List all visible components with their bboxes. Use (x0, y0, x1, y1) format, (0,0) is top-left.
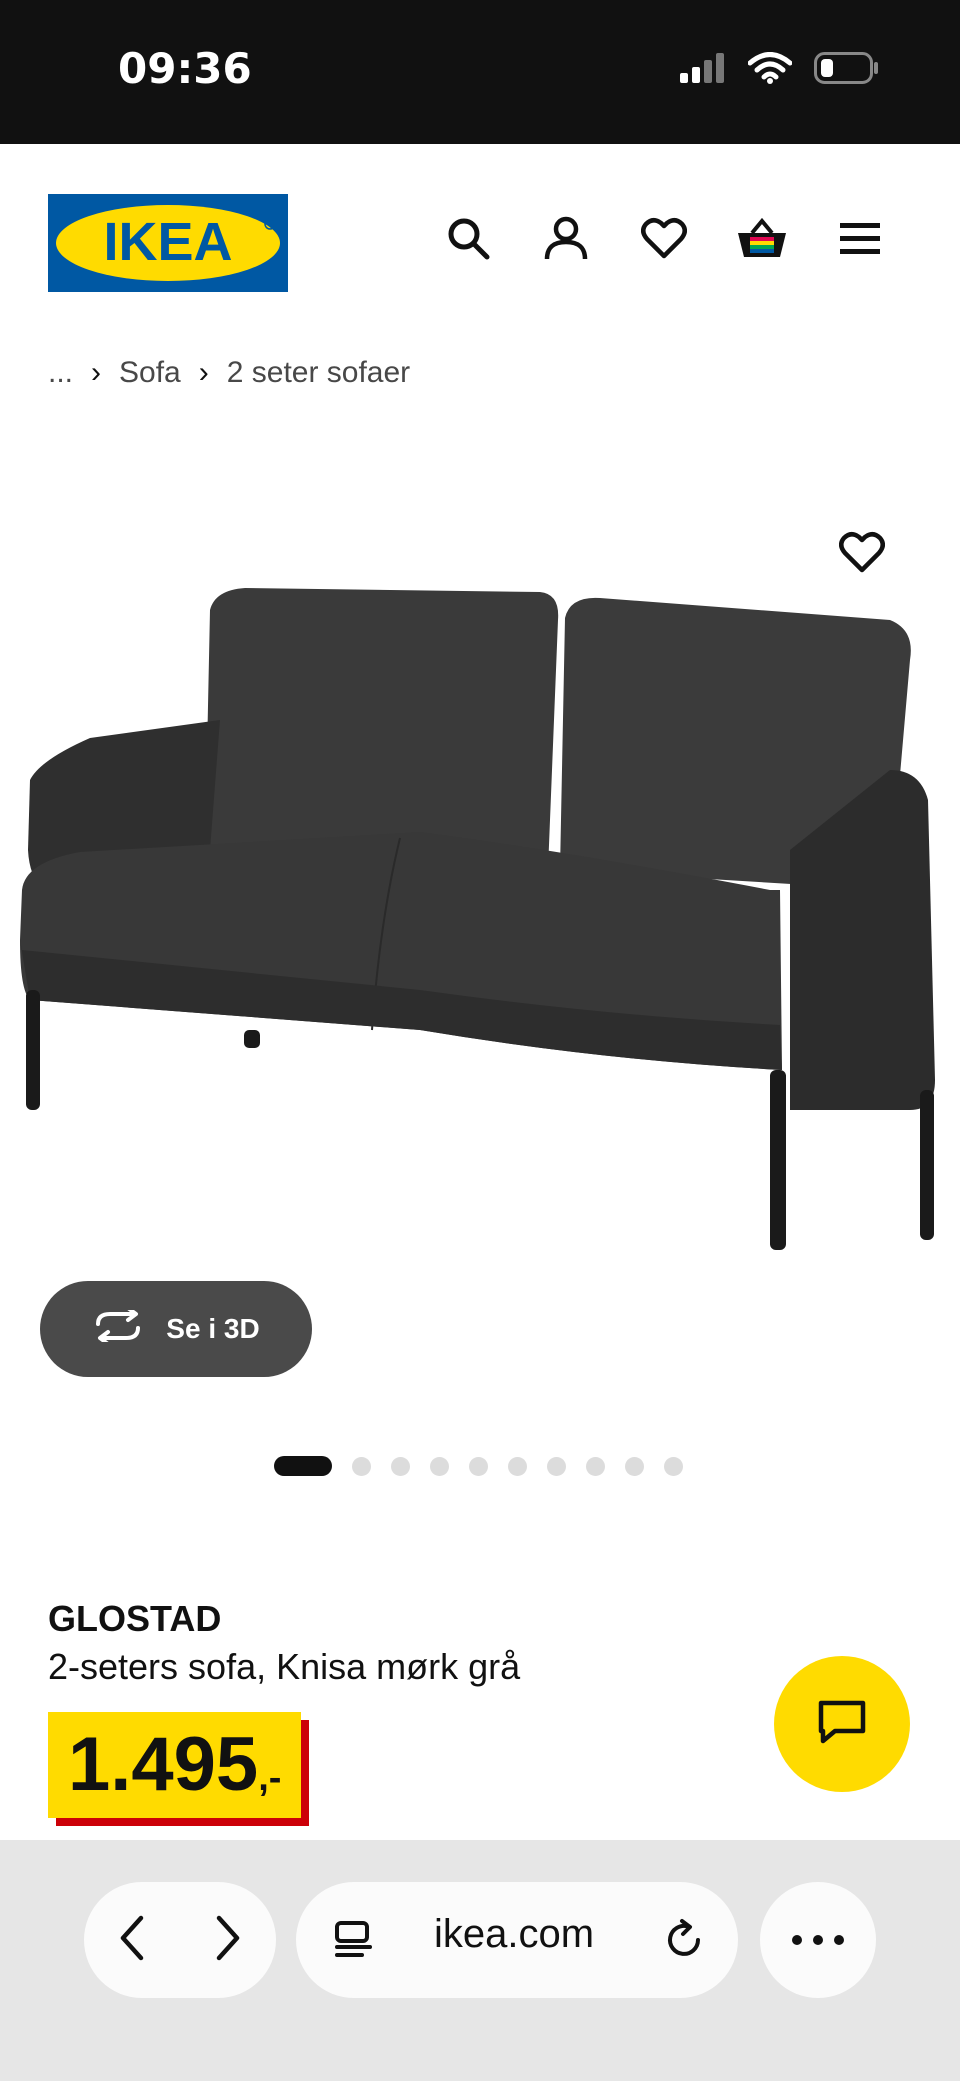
url-text: ikea.com (434, 1912, 595, 1956)
product-image[interactable] (0, 470, 960, 1290)
product-description: 2-seters sofa, Knisa mørk grå (48, 1646, 521, 1687)
add-to-wishlist-button[interactable] (834, 526, 890, 582)
user-icon (543, 215, 589, 265)
more-options-button[interactable] (760, 1882, 876, 1998)
address-bar[interactable]: ikea.com (296, 1882, 738, 1998)
view-3d-button[interactable]: Se i 3D (40, 1281, 312, 1377)
reload-icon[interactable] (662, 1918, 706, 1966)
status-icons (680, 52, 880, 88)
svg-text:IKEA: IKEA (103, 212, 232, 272)
rotate-3d-icon (92, 1305, 144, 1349)
wifi-icon (747, 52, 793, 88)
price-tag: 1.495 ,- (48, 1712, 302, 1818)
heart-icon (641, 217, 687, 263)
carousel-dot[interactable] (586, 1456, 605, 1476)
price-suffix: ,- (258, 1757, 282, 1799)
carousel-dot[interactable] (508, 1456, 527, 1476)
account-button[interactable] (538, 212, 594, 268)
heart-icon (839, 531, 885, 577)
breadcrumb-item-2-seter-sofaer[interactable]: 2 seter sofaer (227, 356, 410, 390)
breadcrumb-item-sofa[interactable]: Sofa (119, 356, 181, 390)
carousel-dot[interactable] (664, 1456, 683, 1476)
view-3d-label: Se i 3D (166, 1313, 260, 1344)
browser-nav-pill (84, 1882, 276, 1998)
carousel-dot-active[interactable] (274, 1456, 332, 1476)
wishlist-button[interactable] (636, 212, 692, 268)
breadcrumb-ellipsis[interactable]: ... (48, 356, 73, 390)
carousel-dot[interactable] (391, 1456, 410, 1476)
cellular-signal-icon (680, 53, 726, 87)
ikea-logo[interactable]: IKEA (48, 194, 288, 292)
forward-button[interactable] (213, 1914, 243, 1966)
status-time: 09:36 (118, 44, 252, 93)
breadcrumb-separator: › (198, 356, 209, 389)
chat-bubble-icon (817, 1699, 867, 1749)
more-icon (791, 1931, 845, 1950)
cart-button[interactable] (734, 212, 790, 268)
header-nav (440, 212, 888, 268)
back-button[interactable] (117, 1914, 147, 1966)
breadcrumb: ... › Sofa › 2 seter sofaer (48, 356, 410, 390)
status-bar: 09:36 (0, 0, 960, 144)
chat-button[interactable] (774, 1656, 910, 1792)
carousel-dot[interactable] (547, 1456, 566, 1476)
chevron-left-icon (120, 1915, 144, 1961)
battery-icon (814, 52, 880, 88)
menu-button[interactable] (832, 212, 888, 268)
reader-mode-icon[interactable] (334, 1920, 374, 1964)
carousel-dot[interactable] (469, 1456, 488, 1476)
search-icon (445, 215, 491, 265)
breadcrumb-separator: › (91, 356, 102, 389)
price-main: 1.495 (68, 1722, 259, 1807)
search-button[interactable] (440, 212, 496, 268)
carousel-dot[interactable] (625, 1456, 644, 1476)
carousel-indicator (274, 1456, 683, 1476)
carousel-dot[interactable] (430, 1456, 449, 1476)
hamburger-menu-icon (838, 220, 882, 260)
carousel-dot[interactable] (352, 1456, 371, 1476)
chevron-right-icon (216, 1915, 240, 1961)
product-name: GLOSTAD (48, 1598, 222, 1639)
browser-toolbar: ikea.com (0, 1840, 960, 2081)
shopping-basket-icon (736, 217, 788, 263)
